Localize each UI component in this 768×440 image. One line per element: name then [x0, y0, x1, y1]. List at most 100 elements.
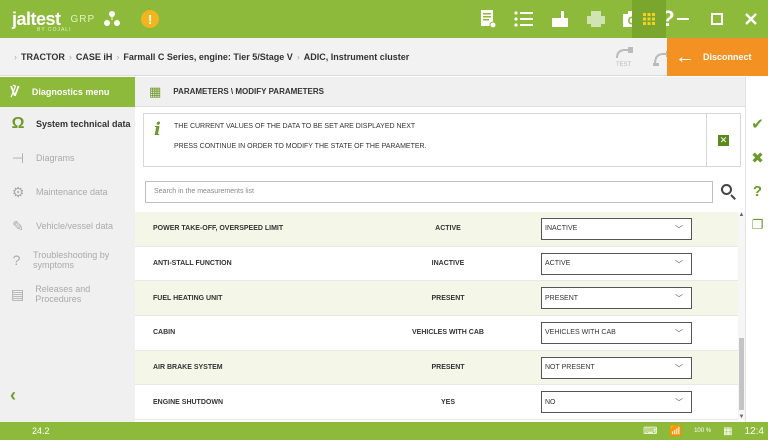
parameter-new-value-select[interactable]: PRESENT ﹀ — [541, 287, 692, 310]
breadcrumb-separator-icon: › — [68, 51, 72, 62]
breadcrumb: › TRACTOR › CASE iH › Farmall C Series, … — [0, 52, 409, 62]
parameter-name: POWER TAKE-OFF, OVERSPEED LIMIT — [153, 225, 284, 233]
minimize-icon[interactable] — [666, 0, 700, 38]
breadcrumb-separator-icon: › — [296, 51, 300, 62]
maintenance-icon: ⚙ — [11, 183, 25, 200]
printer-icon[interactable] — [578, 0, 614, 38]
diagnostics-menu-header[interactable]: ℣ Diagnostics menu — [0, 77, 135, 107]
sidebar-item-vehicle-vessel-data[interactable]: ✎ Vehicle/vessel data — [0, 209, 135, 243]
chevron-down-icon: ﹀ — [675, 328, 683, 338]
table-row: AIR BRAKE SYSTEM PRESENT NOT PRESENT ﹀ — [135, 350, 738, 386]
back-chevron-icon[interactable]: ‹ — [10, 385, 16, 406]
search-input[interactable]: Search in the measurements list — [145, 181, 713, 203]
breadcrumb-separator-icon: › — [14, 51, 17, 62]
parameters-table: POWER TAKE-OFF, OVERSPEED LIMIT ACTIVE I… — [135, 212, 738, 420]
breadcrumb-brand[interactable]: CASE iH — [76, 52, 113, 62]
parameter-current-value: YES — [440, 398, 455, 406]
zoom-icon[interactable]: 100 % — [694, 428, 711, 434]
page-title: PARAMETERS \ MODIFY PARAMETERS — [173, 87, 324, 96]
window-controls — [632, 0, 768, 38]
wifi-icon: 📶 — [669, 425, 683, 437]
close-icon[interactable] — [734, 0, 768, 38]
sidebar-item-label: Vehicle/vessel data — [36, 221, 114, 231]
scroll-up-icon[interactable]: ▲ — [738, 212, 745, 218]
info-line-1: THE CURRENT VALUES OF THE DATA TO BE SET… — [174, 123, 416, 130]
chevron-down-icon: ﹀ — [675, 259, 683, 269]
releases-icon: ▤ — [11, 285, 25, 302]
parameter-new-value-select[interactable]: ACTIVE ﹀ — [541, 252, 692, 275]
chevron-down-icon: ﹀ — [675, 294, 683, 304]
chevron-down-icon: ﹀ — [675, 398, 683, 408]
close-box-icon: ✕ — [718, 134, 729, 146]
tools-icon[interactable] — [542, 0, 578, 38]
maximize-icon[interactable] — [700, 0, 734, 38]
apps-grid-icon[interactable] — [632, 0, 666, 38]
vehicle-data-icon: ✎ — [12, 217, 24, 234]
brand-subtitle: BY COJALI — [37, 27, 72, 33]
breadcrumb-system[interactable]: ADIC, Instrument cluster — [304, 52, 410, 62]
sidebar-item-diagrams[interactable]: ⊣ Diagrams — [0, 141, 135, 175]
report-icon[interactable] — [470, 0, 506, 38]
status-bar: 24.2 ⌨ 📶 100 % ▦ 12:4 — [0, 422, 768, 440]
confirm-check-icon[interactable]: ✔ — [746, 115, 768, 133]
scroll-down-icon[interactable]: ▼ — [738, 414, 745, 420]
main-panel: ▦ PARAMETERS \ MODIFY PARAMETERS i THE C… — [135, 77, 745, 422]
parameter-new-value-select[interactable]: NOT PRESENT ﹀ — [541, 356, 692, 379]
parameter-new-value-select[interactable]: NO ﹀ — [541, 391, 692, 414]
cancel-x-icon[interactable]: ✖ — [746, 149, 768, 167]
contextual-help-icon[interactable]: ? — [746, 183, 768, 200]
search-icon[interactable] — [717, 181, 739, 203]
alert-button[interactable]: ! — [131, 0, 169, 38]
parameter-name: ANTI-STALL FUNCTION — [153, 260, 232, 268]
parameter-name: AIR BRAKE SYSTEM — [153, 364, 223, 372]
keyboard-icon[interactable]: ⌨ — [643, 426, 657, 437]
sidebar-item-system-technical-data[interactable]: Ω System technical data — [0, 107, 135, 141]
table-scrollbar[interactable]: ▲ ▼ — [738, 212, 745, 420]
breadcrumb-vehicle-type[interactable]: TRACTOR — [21, 52, 65, 62]
chevron-down-icon: ﹀ — [675, 224, 683, 234]
page-title-bar: ▦ PARAMETERS \ MODIFY PARAMETERS — [135, 77, 745, 107]
right-action-bar: ✔ ✖ ? ❐ — [745, 77, 768, 422]
sidebar-item-releases-procedures[interactable]: ▤ Releases and Procedures — [0, 277, 135, 311]
parameter-current-value: PRESENT — [431, 364, 465, 372]
table-row: ENGINE SHUTDOWN YES NO ﹀ — [135, 385, 738, 420]
breadcrumb-model[interactable]: Farmall C Series, engine: Tier 5/Stage V — [123, 52, 292, 62]
select-value: NO — [545, 398, 556, 406]
parameter-current-value: VEHICLES WITH CAB — [412, 329, 484, 337]
breadcrumb-separator-icon: › — [116, 51, 120, 62]
info-close-button[interactable]: ✕ — [706, 114, 740, 166]
sidebar-item-label: Releases and Procedures — [35, 284, 91, 304]
arrow-left-icon: ← — [675, 46, 695, 68]
app-window: jaltest GRP BY COJALI ! ? › TRACTOR › CA… — [0, 0, 768, 440]
sidebar-item-label: Diagrams — [36, 153, 75, 163]
diagnostics-menu-label: Diagnostics menu — [31, 87, 110, 97]
sidebar-item-label: System technical data — [36, 119, 131, 129]
clock-time: 12:4 — [744, 425, 764, 437]
table-row: POWER TAKE-OFF, OVERSPEED LIMIT ACTIVE I… — [135, 212, 738, 247]
parameter-name: ENGINE SHUTDOWN — [153, 398, 223, 406]
group-label: GRP — [70, 13, 96, 25]
test-label: TEST — [616, 62, 632, 68]
select-value: VEHICLES WITH CAB — [545, 329, 616, 337]
table-row: CABIN VEHICLES WITH CAB VEHICLES WITH CA… — [135, 316, 738, 351]
sidebar-item-troubleshooting[interactable]: ? Troubleshooting by symptoms — [0, 243, 135, 277]
list-icon[interactable] — [506, 0, 542, 38]
disconnect-label: Disconnect — [703, 52, 752, 62]
chevron-down-icon: ﹀ — [675, 363, 683, 373]
parameter-new-value-select[interactable]: INACTIVE ﹀ — [541, 217, 692, 240]
org-chart-icon — [104, 11, 121, 26]
parameter-current-value: INACTIVE — [431, 260, 465, 268]
info-line-2: PRESS CONTINUE IN ORDER TO MODIFY THE ST… — [174, 143, 427, 150]
select-value: NOT PRESENT — [545, 364, 595, 372]
alert-icon: ! — [141, 10, 160, 28]
parameter-new-value-select[interactable]: VEHICLES WITH CAB ﹀ — [541, 321, 692, 344]
documents-icon[interactable]: ❐ — [746, 217, 768, 233]
calendar-icon: ▦ — [723, 425, 733, 437]
diagnostics-menu-icon: ℣ — [10, 84, 20, 99]
test-connector-icon[interactable]: TEST — [612, 46, 636, 68]
table-row: FUEL HEATING UNIT PRESENT PRESENT ﹀ — [135, 281, 738, 317]
sidebar-item-maintenance-data[interactable]: ⚙ Maintenance data — [0, 175, 135, 209]
scrollbar-thumb[interactable] — [739, 338, 744, 410]
select-value: PRESENT — [545, 294, 579, 302]
disconnect-button[interactable]: ← Disconnect — [667, 38, 768, 76]
